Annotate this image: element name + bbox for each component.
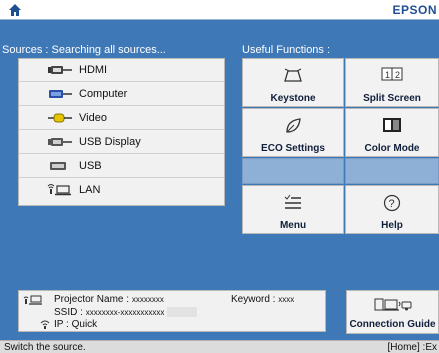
top-bar: EPSON (0, 0, 439, 20)
brand-logo: EPSON (392, 3, 437, 17)
source-label: Video (79, 112, 107, 124)
help-icon: ? (383, 194, 401, 212)
hdmi-port-icon (48, 66, 72, 74)
lan-icon (47, 184, 71, 196)
useful-functions-title: Useful Functions : (242, 44, 331, 56)
source-item-video[interactable]: Video (19, 107, 224, 130)
connection-guide-label: Connection Guide (349, 319, 436, 330)
svg-text:2: 2 (395, 70, 400, 80)
source-label: USB Display (79, 136, 141, 148)
help-label: Help (381, 220, 403, 231)
keyword-label: Keyword : (231, 294, 276, 305)
wireless-icon (40, 320, 50, 329)
home-icon[interactable] (8, 3, 22, 17)
network-info-panel: Projector Name : xxxxxxxx Keyword : xxxx… (18, 290, 326, 332)
menu-label: Menu (279, 220, 307, 231)
connection-guide-button[interactable]: Connection Guide (346, 290, 439, 334)
network-icon (23, 295, 42, 305)
menu-button[interactable]: Menu (242, 185, 344, 234)
ip-label: IP : (54, 319, 69, 330)
usb-display-port-icon (48, 138, 72, 146)
ssid-label: SSID : (54, 307, 83, 318)
sources-list: HDMI Computer Video USB Display USB LAN (18, 58, 225, 206)
eco-settings-label: ECO Settings (261, 143, 325, 154)
empty-slot (345, 158, 439, 184)
ssid-row: SSID : xxxxxxxx-xxxxxxxxxxx (54, 307, 198, 318)
menu-icon (284, 194, 301, 209)
keystone-icon (284, 68, 302, 82)
usb-port-icon (50, 162, 66, 170)
split-screen-icon: 1 2 (381, 67, 403, 81)
split-screen-button[interactable]: 1 2 Split Screen (345, 58, 439, 107)
empty-slot (242, 158, 344, 184)
projector-name-value: xxxxxxxx (131, 295, 164, 304)
projector-name-row: Projector Name : xxxxxxxx (54, 294, 164, 305)
source-label: Computer (79, 88, 128, 100)
color-mode-label: Color Mode (364, 143, 420, 154)
source-item-usb[interactable]: USB (19, 155, 224, 178)
source-item-computer[interactable]: Computer (19, 83, 224, 106)
useful-functions-grid: Keystone 1 2 Split Screen ECO Settings C… (242, 58, 439, 258)
source-item-lan[interactable]: LAN (19, 179, 224, 202)
video-port-icon (48, 113, 72, 123)
color-mode-icon (383, 118, 401, 132)
svg-text:1: 1 (385, 70, 390, 80)
help-button[interactable]: ? Help (345, 185, 439, 234)
source-label: HDMI (79, 64, 108, 76)
svg-text:?: ? (389, 198, 395, 210)
ssid-value: xxxxxxxx-xxxxxxxxxxx (85, 308, 165, 317)
source-label: LAN (79, 184, 101, 196)
split-screen-label: Split Screen (363, 93, 421, 104)
status-hint: Switch the source. (4, 342, 86, 353)
ip-row: IP : Quick (54, 319, 97, 330)
projector-name-label: Projector Name : (54, 294, 130, 305)
keystone-label: Keystone (270, 93, 316, 104)
source-item-hdmi[interactable]: HDMI (19, 59, 224, 82)
keyword-value: xxxx (278, 295, 295, 304)
keyword-row: Keyword : xxxx (231, 294, 294, 305)
keystone-button[interactable]: Keystone (242, 58, 344, 107)
eco-leaf-icon (286, 118, 301, 133)
eco-settings-button[interactable]: ECO Settings (242, 108, 344, 157)
status-bar: Switch the source. [Home] :Ex (0, 340, 439, 353)
source-item-usb-display[interactable]: USB Display (19, 131, 224, 154)
ssid-field (167, 307, 198, 318)
sources-title: Sources : Searching all sources... (2, 44, 166, 56)
color-mode-button[interactable]: Color Mode (345, 108, 439, 157)
status-key-hint: [Home] :Ex (387, 342, 437, 353)
ip-value: Quick (71, 319, 98, 330)
source-label: USB (79, 160, 102, 172)
computer-port-icon (49, 90, 72, 98)
connection-guide-icon (374, 298, 411, 311)
